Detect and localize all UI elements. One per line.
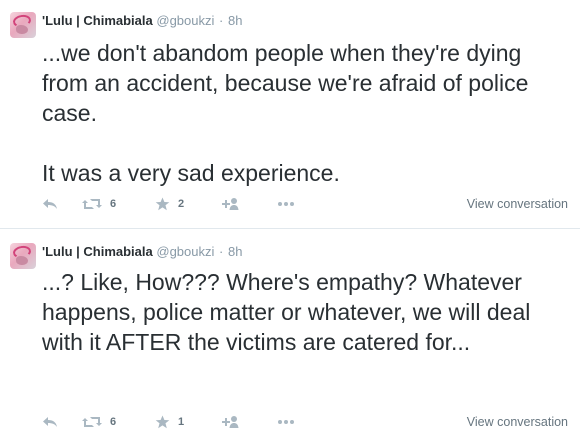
follow-icon (222, 416, 239, 428)
tweet-header: 'Lulu | Chimabiala @gboukzi · 8h (42, 12, 568, 30)
reply-icon (43, 417, 57, 427)
more-button[interactable] (277, 201, 295, 207)
tweet-1: 'Lulu | Chimabiala @gboukzi · 8h ...we d… (0, 0, 580, 228)
favorite-count: 1 (178, 416, 185, 428)
more-icon (278, 420, 294, 424)
tweet-actions: 6 2 View conversation (42, 194, 568, 214)
user-handle[interactable]: @gboukzi (156, 244, 214, 259)
retweet-button[interactable]: 6 (82, 197, 155, 211)
star-icon (155, 197, 170, 211)
favorite-count: 2 (178, 198, 185, 210)
tweet-time[interactable]: 8h (228, 13, 242, 28)
more-icon (278, 202, 294, 206)
tweet-text: ...we don't abandom people when they're … (42, 40, 529, 186)
view-conversation-link[interactable]: View conversation (467, 197, 568, 211)
favorite-button[interactable]: 2 (155, 197, 221, 211)
retweet-button[interactable]: 6 (82, 415, 155, 429)
separator: · (219, 244, 224, 259)
avatar[interactable] (10, 12, 36, 38)
user-name[interactable]: 'Lulu | Chimabiala (42, 244, 153, 259)
tweet-text: ...? Like, How??? Where's empathy? Whate… (42, 269, 537, 355)
retweet-icon (82, 417, 102, 427)
tweet-actions: 6 1 View conversation (42, 412, 568, 432)
tweet-header: 'Lulu | Chimabiala @gboukzi · 8h (42, 243, 568, 261)
reply-button[interactable] (42, 197, 82, 211)
follow-icon (222, 198, 239, 210)
tweet-time[interactable]: 8h (228, 244, 242, 259)
avatar[interactable] (10, 243, 36, 269)
follow-button[interactable] (221, 415, 277, 429)
tweet-2: 'Lulu | Chimabiala @gboukzi · 8h ...? Li… (0, 228, 580, 438)
user-name[interactable]: 'Lulu | Chimabiala (42, 13, 153, 28)
view-conversation-link[interactable]: View conversation (467, 415, 568, 429)
favorite-button[interactable]: 1 (155, 415, 221, 429)
reply-button[interactable] (42, 415, 82, 429)
retweet-count: 6 (110, 198, 117, 210)
retweet-icon (82, 199, 102, 209)
star-icon (155, 415, 170, 429)
separator: · (219, 13, 224, 28)
more-button[interactable] (277, 419, 295, 425)
user-handle[interactable]: @gboukzi (156, 13, 214, 28)
retweet-count: 6 (110, 416, 117, 428)
reply-icon (43, 199, 57, 209)
follow-button[interactable] (221, 197, 277, 211)
